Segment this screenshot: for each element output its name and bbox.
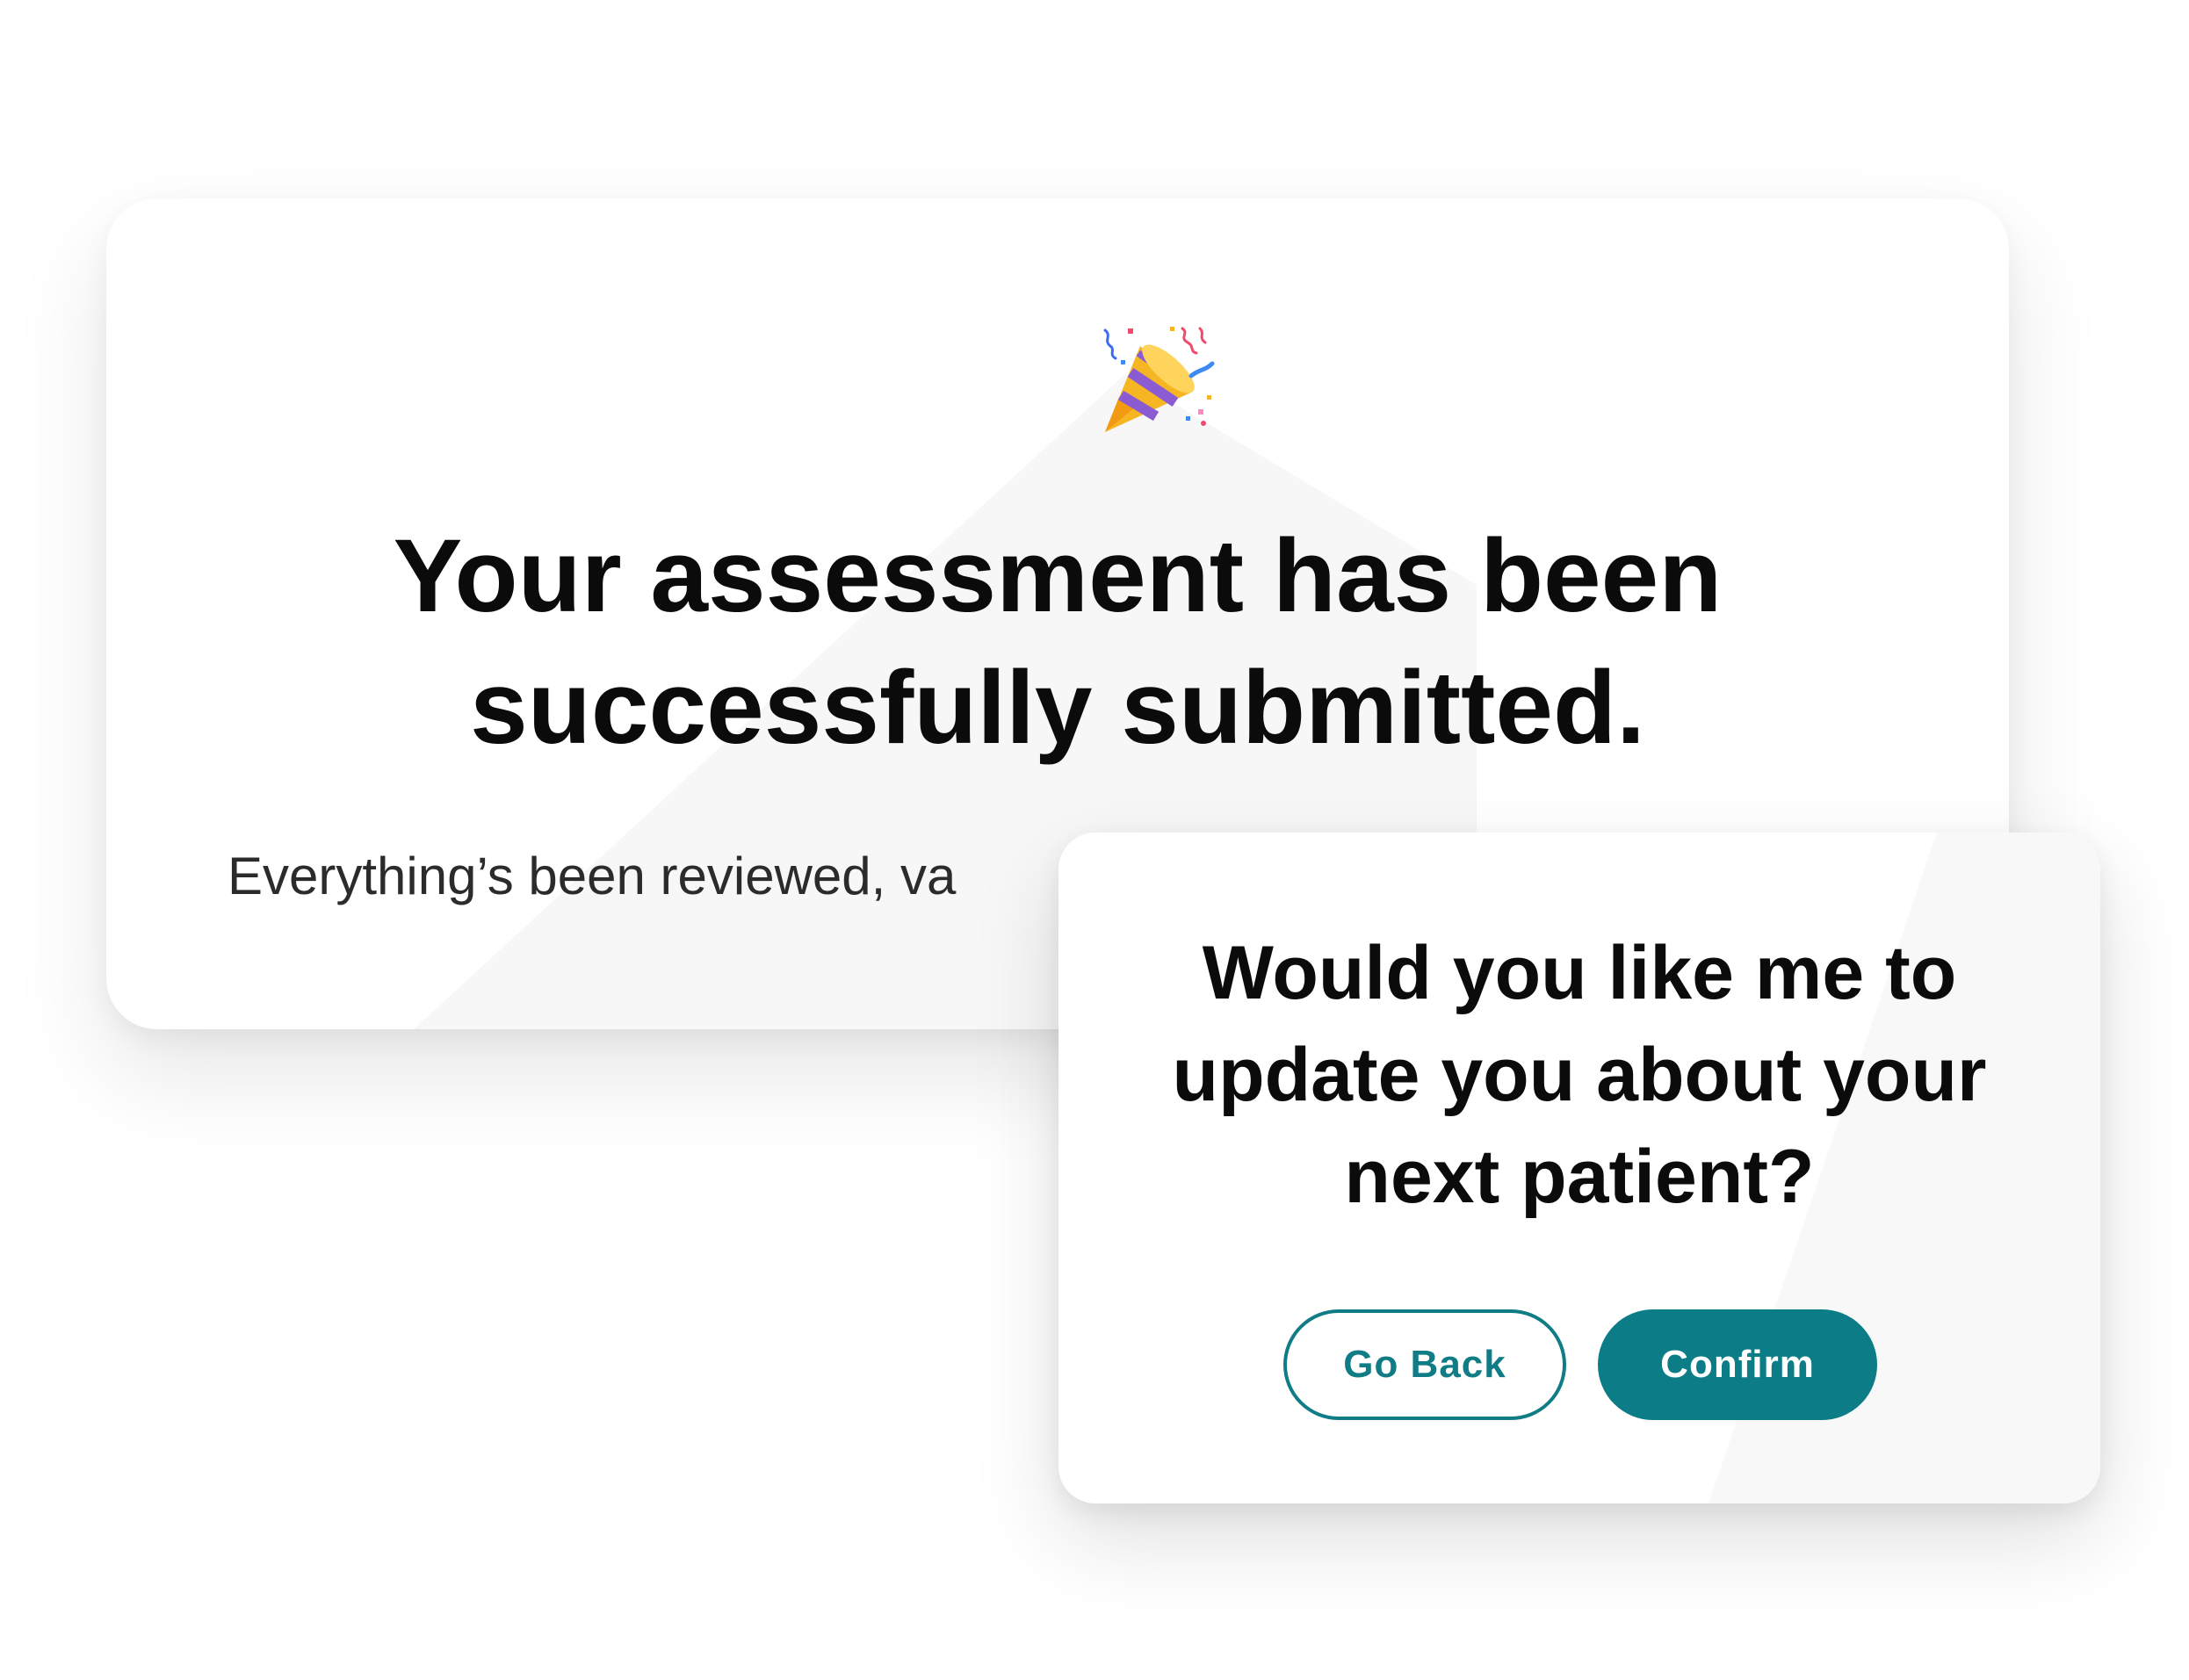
success-subtext: Everything’s been reviewed, va [228, 847, 957, 905]
page: Your assessment has been successfully su… [0, 0, 2189, 1680]
headline-line-2: successfully submitted. [470, 650, 1645, 766]
question-line-2: update you about your [1172, 1033, 1987, 1117]
headline-line-1: Your assessment has been [393, 518, 1723, 634]
dialog-question: Would you like me to update you about yo… [1058, 922, 2100, 1228]
update-prompt-dialog: Would you like me to update you about yo… [1058, 833, 2100, 1503]
question-line-1: Would you like me to [1202, 931, 1957, 1015]
confirm-button[interactable]: Confirm [1598, 1309, 1877, 1420]
success-headline: Your assessment has been successfully su… [106, 510, 2009, 774]
question-line-3: next patient? [1344, 1135, 1815, 1219]
go-back-button[interactable]: Go Back [1283, 1309, 1566, 1420]
party-popper-icon [1102, 325, 1216, 439]
